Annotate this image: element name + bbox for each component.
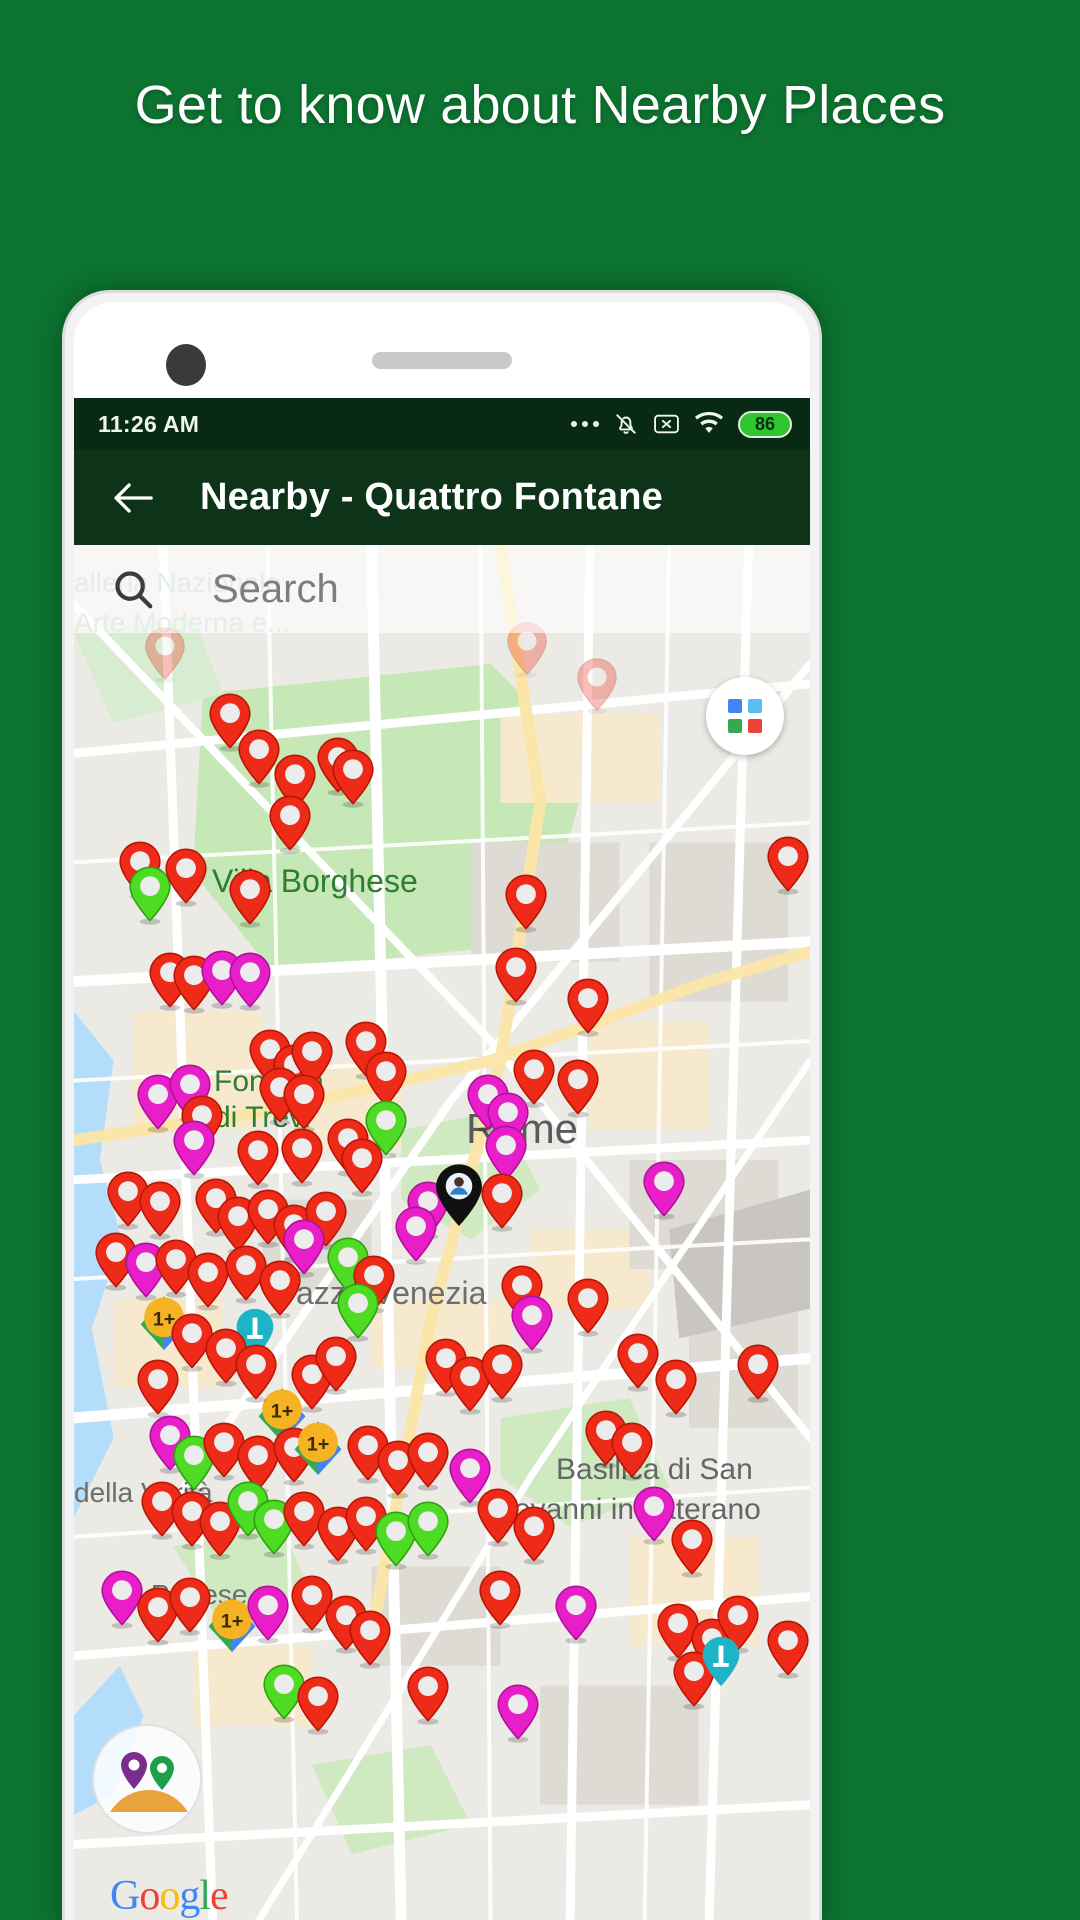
- svg-text:1+: 1+: [307, 1433, 330, 1455]
- app-watermark-badge: [92, 1724, 202, 1834]
- map-pin-magenta[interactable]: [170, 1119, 218, 1185]
- map-pin-red[interactable]: [329, 748, 377, 814]
- map-pin-red[interactable]: [478, 1343, 526, 1409]
- badge-pins-icon: [110, 1752, 188, 1812]
- map-pin-red[interactable]: [234, 1129, 282, 1195]
- map-pin-red[interactable]: [502, 873, 550, 939]
- layer-swatch-green: [728, 719, 742, 733]
- map-view[interactable]: alleria Nazionale Arte Moderna e... Vill…: [74, 545, 810, 1920]
- map-pin-red[interactable]: [734, 1343, 782, 1409]
- map-pin-red[interactable]: [652, 1358, 700, 1424]
- earpiece-speaker: [372, 352, 512, 369]
- map-pin-red-faded[interactable]: [574, 657, 620, 720]
- map-pin-red[interactable]: [764, 1619, 810, 1685]
- phone-notch-row: [74, 302, 810, 398]
- svg-text:1+: 1+: [221, 1611, 244, 1633]
- map-pin-red[interactable]: [764, 835, 810, 901]
- search-input[interactable]: Search: [212, 567, 339, 612]
- map-pin-red[interactable]: [608, 1421, 656, 1487]
- layer-swatch-red: [748, 719, 762, 733]
- map-pin-red[interactable]: [162, 847, 210, 913]
- status-bar: 11:26 AM 86: [74, 398, 810, 450]
- phone-screen: 11:26 AM 86 Nearby - Quattro Fontane Vil…: [74, 302, 810, 1920]
- back-arrow-icon: [114, 482, 153, 513]
- map-pin-info[interactable]: [698, 1635, 744, 1696]
- page-title: Nearby - Quattro Fontane: [200, 476, 663, 518]
- more-ellipsis-icon: [571, 421, 599, 427]
- map-pin-red[interactable]: [404, 1665, 452, 1731]
- map-pin-magenta[interactable]: [226, 951, 274, 1017]
- layer-swatch-cyan: [748, 699, 762, 713]
- map-pin-red[interactable]: [294, 1675, 342, 1741]
- map-pin-red[interactable]: [510, 1505, 558, 1571]
- status-icons: 86: [571, 410, 792, 438]
- map-pin-red[interactable]: [136, 1180, 184, 1246]
- promo-headline: Get to know about Nearby Places: [134, 75, 946, 135]
- app-bar: Nearby - Quattro Fontane: [74, 450, 810, 545]
- sim-card-disabled-icon: [654, 414, 679, 434]
- map-pin-magenta[interactable]: [640, 1160, 688, 1226]
- map-pin-current-user[interactable]: [430, 1162, 488, 1237]
- map-pin-red[interactable]: [266, 794, 314, 860]
- map-pin-red[interactable]: [226, 868, 274, 934]
- battery-indicator: 86: [738, 410, 792, 438]
- map-pin-red[interactable]: [476, 1569, 524, 1635]
- front-camera-icon: [166, 344, 206, 386]
- phone-mockup: 11:26 AM 86 Nearby - Quattro Fontane Vil…: [62, 290, 822, 1920]
- back-button[interactable]: [106, 471, 160, 525]
- map-pin-red[interactable]: [492, 946, 540, 1012]
- map-pin-red[interactable]: [404, 1431, 452, 1497]
- google-attribution: Google: [110, 1873, 229, 1919]
- search-bar[interactable]: Search: [74, 545, 810, 633]
- map-pin-magenta[interactable]: [552, 1584, 600, 1650]
- bell-muted-icon: [616, 414, 636, 434]
- map-pin-red[interactable]: [346, 1609, 394, 1675]
- map-pin-red[interactable]: [564, 977, 612, 1043]
- map-pin-red[interactable]: [278, 1127, 326, 1193]
- map-pin-cluster[interactable]: 1+: [290, 1414, 346, 1485]
- layer-swatch-blue: [728, 699, 742, 713]
- map-pin-green[interactable]: [404, 1500, 452, 1566]
- map-pin-magenta[interactable]: [494, 1683, 542, 1749]
- status-time: 11:26 AM: [98, 410, 200, 437]
- map-pin-red[interactable]: [564, 1277, 612, 1343]
- map-pin-red[interactable]: [312, 1335, 360, 1401]
- map-pin-red[interactable]: [668, 1518, 716, 1584]
- map-pin-magenta[interactable]: [244, 1584, 292, 1650]
- map-pin-red[interactable]: [554, 1058, 602, 1124]
- map-type-button[interactable]: [706, 677, 784, 755]
- wifi-icon: [694, 412, 724, 433]
- map-pin-red[interactable]: [232, 1343, 280, 1409]
- search-icon: [115, 571, 153, 609]
- map-pin-red-faded[interactable]: [142, 626, 188, 689]
